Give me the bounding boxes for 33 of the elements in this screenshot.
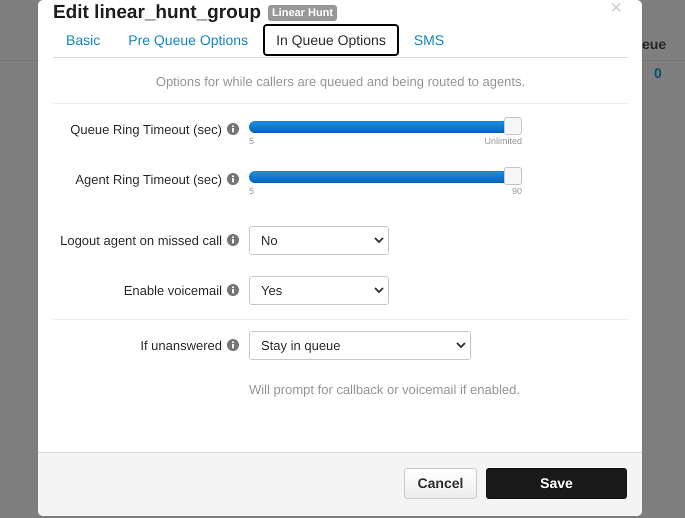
info-icon[interactable] — [227, 173, 239, 185]
dropdown[interactable]: No — [249, 226, 389, 254]
dropdown[interactable]: Yes — [249, 276, 389, 304]
tab[interactable]: Pre Queue Options — [115, 24, 262, 56]
tab[interactable]: SMS — [400, 24, 458, 56]
save-button[interactable]: Save — [486, 468, 627, 498]
dialog-title: Edit linear_hunt_group — [53, 2, 261, 24]
chevron-down-icon — [456, 342, 466, 348]
chevron-down-icon — [374, 287, 384, 293]
info-icon[interactable] — [227, 123, 239, 135]
max-label: Unlimited — [484, 136, 522, 146]
field-label: Logout agent on missed call — [60, 232, 222, 248]
field-label: If unanswered — [140, 338, 222, 352]
tab[interactable]: Basic — [53, 24, 114, 56]
field-label: Agent Ring Timeout (sec) — [75, 172, 222, 186]
hint-text: Will prompt for callback or voicemail if enabled. — [249, 382, 521, 397]
info-icon[interactable] — [227, 284, 239, 296]
max-label: 90 — [512, 186, 522, 196]
cancel-button[interactable]: Cancel — [404, 468, 477, 498]
dropdown[interactable]: Stay in queue — [249, 330, 471, 360]
tab[interactable]: In Queue Options — [263, 24, 399, 56]
type-badge: Linear Hunt — [268, 4, 338, 20]
min-label: 5 — [249, 186, 254, 196]
description: Options for while callers are queued and being routed to agents. — [53, 58, 628, 104]
column-heading: eue — [642, 36, 666, 52]
min-label: 5 — [249, 136, 254, 146]
slider-handle[interactable] — [504, 117, 522, 135]
chevron-down-icon — [374, 237, 384, 243]
field-label: Queue Ring Timeout (sec) — [70, 122, 222, 136]
slider-handle[interactable] — [504, 167, 522, 185]
info-icon[interactable] — [227, 234, 239, 246]
field-label: Enable voicemail — [124, 282, 222, 298]
info-icon[interactable] — [227, 339, 239, 351]
